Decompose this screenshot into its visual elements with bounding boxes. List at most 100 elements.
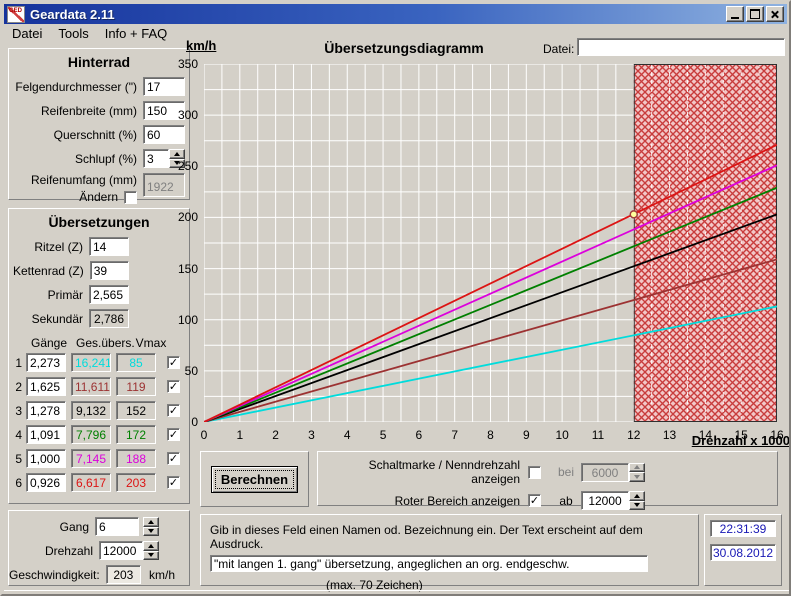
chart-options-panel: Schaltmarke / Nenndrehzahl anzeigen bei …	[317, 451, 778, 506]
aendern-checkbox[interactable]	[124, 191, 137, 204]
description-input[interactable]: "mit langen 1. gang" übersetzung, angegl…	[210, 555, 648, 572]
datei-label: Datei:	[543, 42, 574, 56]
app-icon: GED	[7, 6, 25, 23]
minimize-button[interactable]	[726, 6, 744, 22]
felgendurchmesser-input[interactable]: 17	[143, 77, 185, 96]
gear2-checkbox[interactable]: ✓	[167, 380, 180, 393]
reifenbreite-label: Reifenbreite (mm)	[41, 104, 137, 118]
gang-state-panel: Gang 6 Drehzahl 12000 Geschwindigkeit: 2…	[8, 510, 190, 586]
gear-chart-plot	[204, 64, 777, 422]
gear5-ratio-input[interactable]: 1,000	[26, 449, 66, 468]
spin-down-icon	[629, 472, 645, 482]
gear6-ratio-input[interactable]: 0,926	[26, 473, 66, 492]
gear6-checkbox[interactable]: ✓	[167, 476, 180, 489]
vmax-header: Vmax	[133, 336, 169, 350]
gear3-vmax: 152	[116, 401, 156, 420]
ritzel-label: Ritzel (Z)	[34, 240, 83, 254]
time-display: 22:31:39	[710, 520, 776, 537]
x-tick-label: 3	[299, 428, 323, 442]
uebersetzungen-title: Übersetzungen	[13, 214, 185, 230]
y-tick-label: 200	[170, 210, 198, 224]
spin-down-icon[interactable]	[143, 551, 159, 561]
x-tick-label: 1	[228, 428, 252, 442]
roter-bereich-label: Roter Bereich anzeigen	[318, 494, 520, 508]
spin-up-icon[interactable]	[143, 541, 159, 551]
sekundaer-value: 2,786	[89, 309, 129, 328]
spin-up-icon[interactable]	[143, 517, 159, 527]
spin-up-icon[interactable]	[629, 491, 645, 501]
gear1-vmax: 85	[116, 353, 156, 372]
gear1-ratio-input[interactable]: 2,273	[26, 353, 66, 372]
querschnitt-label: Querschnitt (%)	[54, 128, 137, 142]
menu-datei[interactable]: Datei	[12, 26, 42, 41]
geschwindigkeit-unit: km/h	[149, 568, 175, 582]
field-row: Querschnitt (%) 60	[13, 125, 185, 144]
gear4-checkbox[interactable]: ✓	[167, 428, 180, 441]
gear5-vmax: 188	[116, 449, 156, 468]
maximize-button[interactable]	[746, 6, 764, 22]
drehzahl-label: Drehzahl	[45, 544, 93, 558]
window-bottom-edge	[4, 590, 789, 596]
field-row: Sekundär 2,786	[13, 309, 185, 328]
gear6-vmax: 203	[116, 473, 156, 492]
datei-input[interactable]	[577, 38, 785, 56]
window-title: Geardata 2.11	[30, 7, 726, 22]
geschwindigkeit-label: Geschwindigkeit:	[9, 568, 100, 582]
x-tick-label: 7	[443, 428, 467, 442]
ab-input[interactable]: 12000	[581, 491, 629, 510]
schaltmarke-checkbox[interactable]	[528, 466, 541, 479]
x-tick-label: 10	[550, 428, 574, 442]
gang-spinner[interactable]	[143, 517, 159, 536]
kettenrad-input[interactable]: 39	[90, 261, 129, 280]
y-tick-label: 0	[170, 415, 198, 429]
field-row: Kettenrad (Z) 39	[13, 261, 185, 280]
gear4-ratio-input[interactable]: 1,091	[26, 425, 66, 444]
felgendurchmesser-label: Felgendurchmesser (")	[15, 80, 137, 94]
close-button[interactable]	[766, 6, 784, 22]
aendern-label: Ändern	[79, 190, 118, 204]
menu-tools[interactable]: Tools	[58, 26, 88, 41]
gear2-ratio-input[interactable]: 1,625	[26, 377, 66, 396]
gear4-vmax: 172	[116, 425, 156, 444]
schaltmarke-row: Schaltmarke / Nenndrehzahl anzeigen bei …	[318, 458, 777, 486]
ab-spinner[interactable]	[629, 491, 645, 510]
drehzahl-spinner[interactable]	[143, 541, 159, 560]
uebersetzungen-panel: Übersetzungen Ritzel (Z) 14 Kettenrad (Z…	[8, 208, 190, 504]
schlupf-input[interactable]: 3	[143, 149, 169, 168]
ritzel-input[interactable]: 14	[89, 237, 129, 256]
gear-row: 5 1,000 7,145 188 ✓	[13, 449, 185, 468]
querschnitt-input[interactable]: 60	[143, 125, 185, 144]
berechnen-button[interactable]: Berechnen	[211, 466, 298, 493]
spin-down-icon[interactable]	[629, 501, 645, 511]
drehzahl-input[interactable]: 12000	[99, 541, 143, 560]
reifenumfang-value: 1922	[143, 173, 185, 197]
y-tick-label: 50	[170, 364, 198, 378]
gesuebers-header: Ges.übers.	[76, 336, 128, 350]
gear-row: 6 0,926 6,617 203 ✓	[13, 473, 185, 492]
gang-input[interactable]: 6	[95, 517, 139, 536]
menu-info-faq[interactable]: Info + FAQ	[105, 26, 168, 41]
field-row: Gang 6	[9, 517, 185, 536]
maximize-icon	[750, 9, 760, 19]
x-tick-label: 4	[335, 428, 359, 442]
roter-bereich-checkbox[interactable]: ✓	[528, 494, 541, 507]
x-tick-label: 5	[371, 428, 395, 442]
spin-down-icon[interactable]	[143, 527, 159, 537]
x-tick-label: 2	[264, 428, 288, 442]
primaer-input[interactable]: 2,565	[89, 285, 129, 304]
minimize-icon	[731, 17, 739, 19]
gear2-vmax: 119	[116, 377, 156, 396]
schaltmarke-label: Schaltmarke / Nenndrehzahl anzeigen	[318, 458, 520, 486]
sekundaer-label: Sekundär	[32, 312, 83, 326]
gear4-total-ratio: 7,796	[71, 425, 111, 444]
hinterrad-panel: Hinterrad Felgendurchmesser (") 17 Reife…	[8, 48, 190, 200]
primaer-label: Primär	[48, 288, 83, 302]
gaenge-header: Gänge	[27, 336, 71, 350]
gear5-checkbox[interactable]: ✓	[167, 452, 180, 465]
bei-input: 6000	[581, 463, 629, 482]
spin-up-icon[interactable]	[169, 149, 185, 159]
titlebar[interactable]: GED Geardata 2.11	[4, 4, 787, 24]
gear3-ratio-input[interactable]: 1,278	[26, 401, 66, 420]
gear-row: 3 1,278 9,132 152 ✓	[13, 401, 185, 420]
berechnen-panel: Berechnen	[200, 451, 309, 507]
